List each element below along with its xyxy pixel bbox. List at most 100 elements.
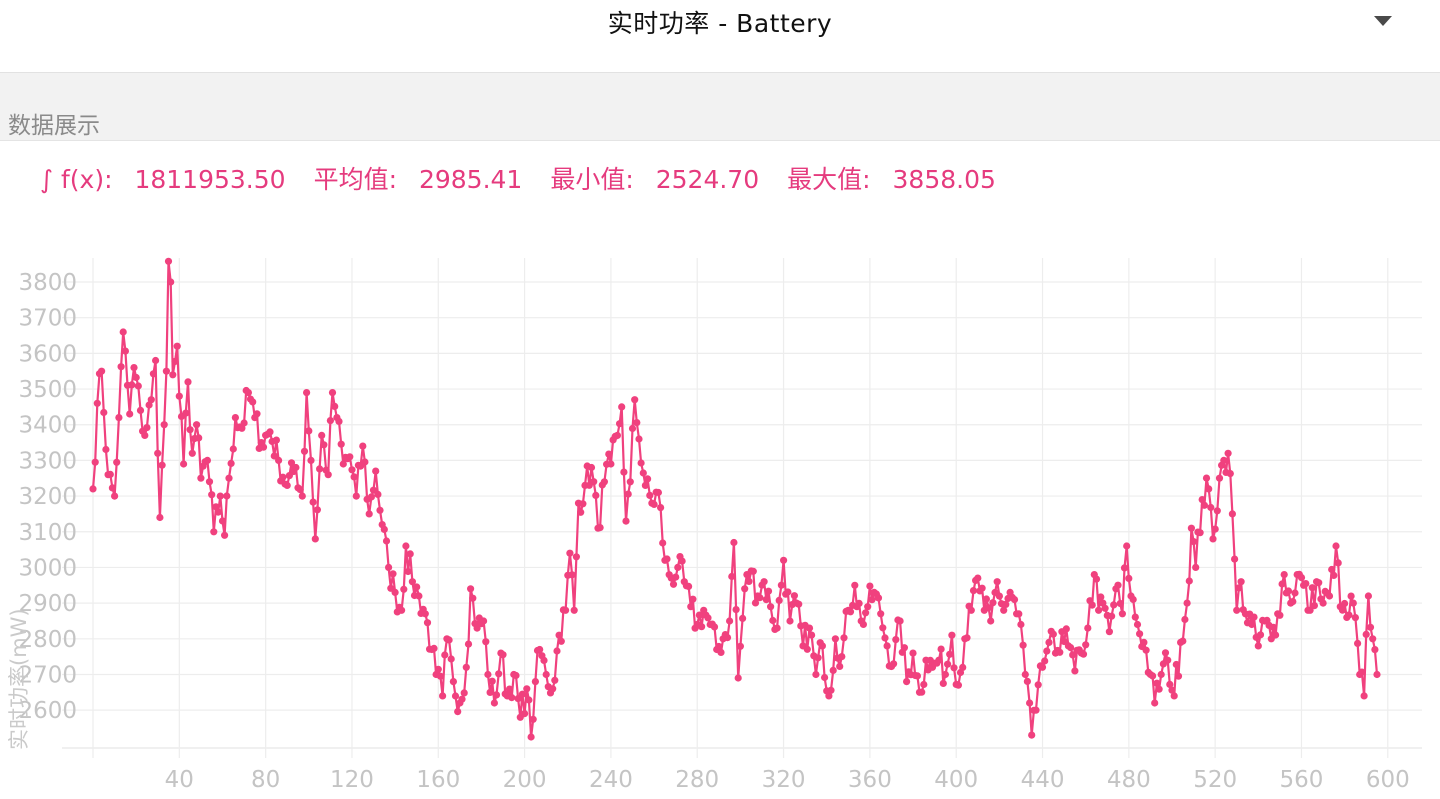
data-point: [1015, 610, 1023, 618]
data-point: [918, 688, 926, 696]
data-point: [892, 636, 900, 644]
x-axis-ticks: 40 80 120 160 200 240 280 320 360 400 440 480 520 560…: [165, 767, 1410, 793]
data-point: [639, 469, 647, 477]
data-point: [527, 733, 535, 741]
data-point: [231, 414, 239, 422]
data-point: [859, 620, 868, 628]
data-point: [1120, 564, 1129, 572]
data-point: [126, 410, 134, 418]
data-point: [1272, 631, 1280, 639]
data-point: [305, 427, 313, 435]
integral-label: ∫ f(x):: [40, 165, 113, 194]
data-point: [253, 410, 261, 418]
data-point: [1302, 580, 1310, 588]
data-point: [367, 493, 375, 501]
data-point: [1164, 656, 1172, 664]
data-point: [613, 431, 622, 439]
data-point: [106, 470, 114, 478]
data-point: [616, 420, 624, 428]
data-point: [1248, 620, 1256, 629]
data-point: [259, 443, 268, 451]
data-point: [1358, 668, 1366, 676]
data-point: [635, 435, 643, 443]
data-point: [98, 367, 106, 375]
power-line-chart[interactable]: 2600270028002900300031003200330034003500…: [0, 240, 1440, 799]
data-point: [272, 436, 280, 444]
data-point: [1269, 623, 1277, 631]
data-point: [404, 567, 412, 576]
data-point: [529, 715, 537, 723]
data-point: [1097, 593, 1105, 601]
data-point: [881, 634, 889, 642]
y-tick-label: 3300: [18, 448, 77, 474]
data-point: [633, 419, 641, 427]
series-line: [91, 260, 1379, 739]
data-point: [512, 671, 520, 680]
data-point: [672, 573, 680, 581]
data-point: [1373, 670, 1381, 679]
data-point: [1256, 631, 1265, 639]
data-point: [1067, 644, 1075, 652]
data-point: [756, 594, 764, 602]
data-point: [296, 486, 304, 494]
data-point: [909, 649, 917, 657]
data-point: [1364, 592, 1372, 600]
data-point: [169, 371, 177, 379]
data-point: [227, 459, 235, 467]
data-point: [562, 606, 570, 614]
data-point: [982, 595, 991, 603]
data-point: [152, 356, 160, 365]
data-point: [389, 570, 397, 578]
data-point: [948, 631, 956, 639]
data-point: [130, 364, 138, 372]
data-point: [1226, 470, 1234, 478]
data-point: [698, 623, 706, 631]
data-point: [1209, 535, 1217, 543]
data-point: [1183, 599, 1191, 607]
data-point: [307, 456, 315, 464]
data-point: [210, 528, 218, 536]
triangle-down-icon[interactable]: [1374, 16, 1392, 26]
data-point: [607, 460, 615, 468]
data-point: [1116, 599, 1124, 608]
data-point: [1023, 677, 1031, 685]
data-point: [1250, 613, 1258, 621]
data-point: [154, 449, 162, 457]
data-point: [439, 692, 447, 700]
data-point: [1032, 706, 1040, 714]
data-point: [1334, 559, 1342, 567]
data-point: [1170, 692, 1178, 700]
data-point: [1278, 580, 1286, 588]
data-point: [1187, 524, 1195, 532]
data-point: [654, 488, 663, 497]
data-point: [1043, 647, 1051, 655]
data-point: [1325, 592, 1334, 600]
data-point: [572, 553, 581, 561]
data-point: [218, 517, 227, 525]
data-point: [780, 556, 788, 564]
data-point: [164, 257, 173, 265]
data-point: [1354, 639, 1362, 647]
data-point: [382, 537, 391, 545]
data-point: [128, 381, 136, 389]
data-point: [726, 617, 734, 625]
y-tick-label: 3100: [18, 520, 77, 546]
x-tick-label: 40: [165, 767, 194, 793]
data-point: [650, 500, 658, 508]
data-point: [622, 517, 630, 525]
data-point: [193, 421, 201, 429]
x-tick-label: 120: [330, 767, 374, 793]
data-point: [91, 458, 99, 466]
data-point: [311, 535, 319, 543]
data-point: [175, 392, 183, 400]
data-point: [1360, 692, 1368, 700]
data-point: [1131, 613, 1139, 621]
data-point: [1235, 584, 1243, 592]
data-point: [1123, 542, 1131, 550]
data-point: [1140, 638, 1148, 646]
data-point: [959, 663, 967, 671]
data-point: [1133, 620, 1142, 629]
data-point: [1351, 614, 1359, 622]
data-point: [1062, 625, 1070, 633]
data-point: [1205, 485, 1213, 493]
